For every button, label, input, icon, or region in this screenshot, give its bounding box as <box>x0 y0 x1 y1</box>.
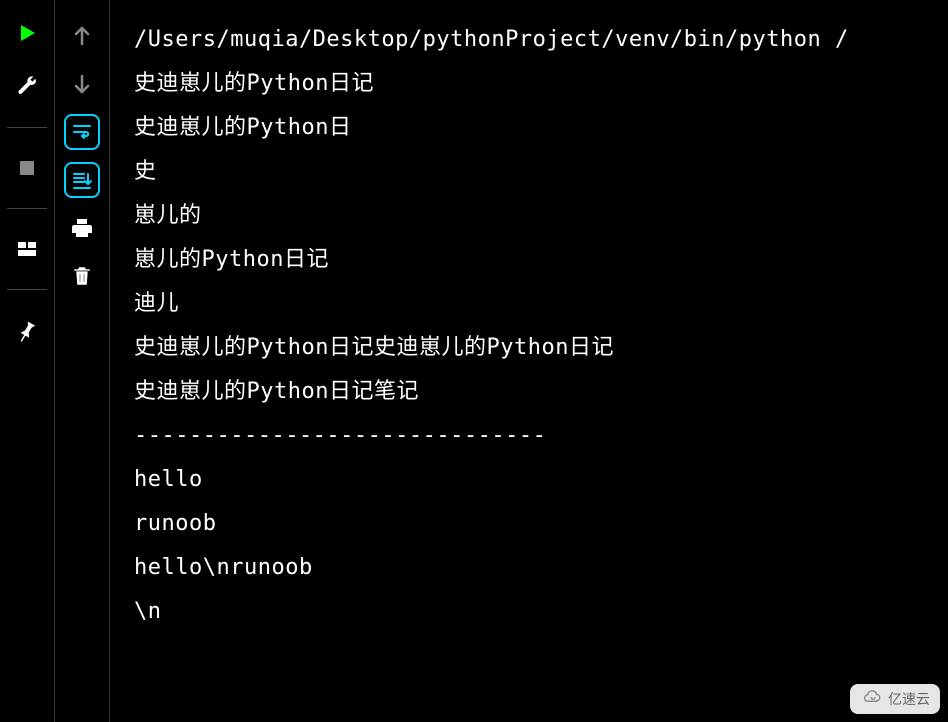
divider <box>7 289 47 290</box>
console-output[interactable]: /Users/muqia/Desktop/pythonProject/venv/… <box>110 0 948 722</box>
clear-button[interactable] <box>64 258 100 294</box>
run-toolbar <box>0 0 55 722</box>
watermark-text: 亿速云 <box>888 689 930 709</box>
soft-wrap-button[interactable] <box>64 114 100 150</box>
console-line: 史 <box>134 150 948 194</box>
console-line: runoob <box>134 502 948 546</box>
scroll-to-end-icon <box>70 168 94 192</box>
run-button[interactable] <box>9 15 45 51</box>
console-line: 崽儿的Python日记 <box>134 238 948 282</box>
console-line: ------------------------------ <box>134 414 948 458</box>
console-line: \n <box>134 590 948 634</box>
layout-button[interactable] <box>9 231 45 267</box>
trash-icon <box>70 264 94 288</box>
stop-button[interactable] <box>9 150 45 186</box>
print-icon <box>70 216 94 240</box>
debug-button[interactable] <box>9 69 45 105</box>
print-button[interactable] <box>64 210 100 246</box>
arrow-down-icon <box>70 72 94 96</box>
cloud-icon <box>860 688 882 710</box>
play-icon <box>15 21 39 45</box>
watermark: 亿速云 <box>850 684 940 714</box>
pin-icon <box>15 318 39 342</box>
divider <box>7 127 47 128</box>
console-line: hello\nrunoob <box>134 546 948 590</box>
console-actions-toolbar <box>55 0 110 722</box>
down-button[interactable] <box>64 66 100 102</box>
console-line: 史迪崽儿的Python日记 <box>134 62 948 106</box>
layout-icon <box>15 237 39 261</box>
console-line: 史迪崽儿的Python日记笔记 <box>134 370 948 414</box>
console-line: 迪儿 <box>134 282 948 326</box>
console-line: 史迪崽儿的Python日 <box>134 106 948 150</box>
scroll-to-end-button[interactable] <box>64 162 100 198</box>
stop-icon <box>15 156 39 180</box>
up-button[interactable] <box>64 18 100 54</box>
wrench-icon <box>15 75 39 99</box>
soft-wrap-icon <box>70 120 94 144</box>
console-line: 史迪崽儿的Python日记史迪崽儿的Python日记 <box>134 326 948 370</box>
divider <box>7 208 47 209</box>
arrow-up-icon <box>70 24 94 48</box>
console-line: hello <box>134 458 948 502</box>
console-line: /Users/muqia/Desktop/pythonProject/venv/… <box>134 18 948 62</box>
pin-button[interactable] <box>9 312 45 348</box>
console-line: 崽儿的 <box>134 194 948 238</box>
